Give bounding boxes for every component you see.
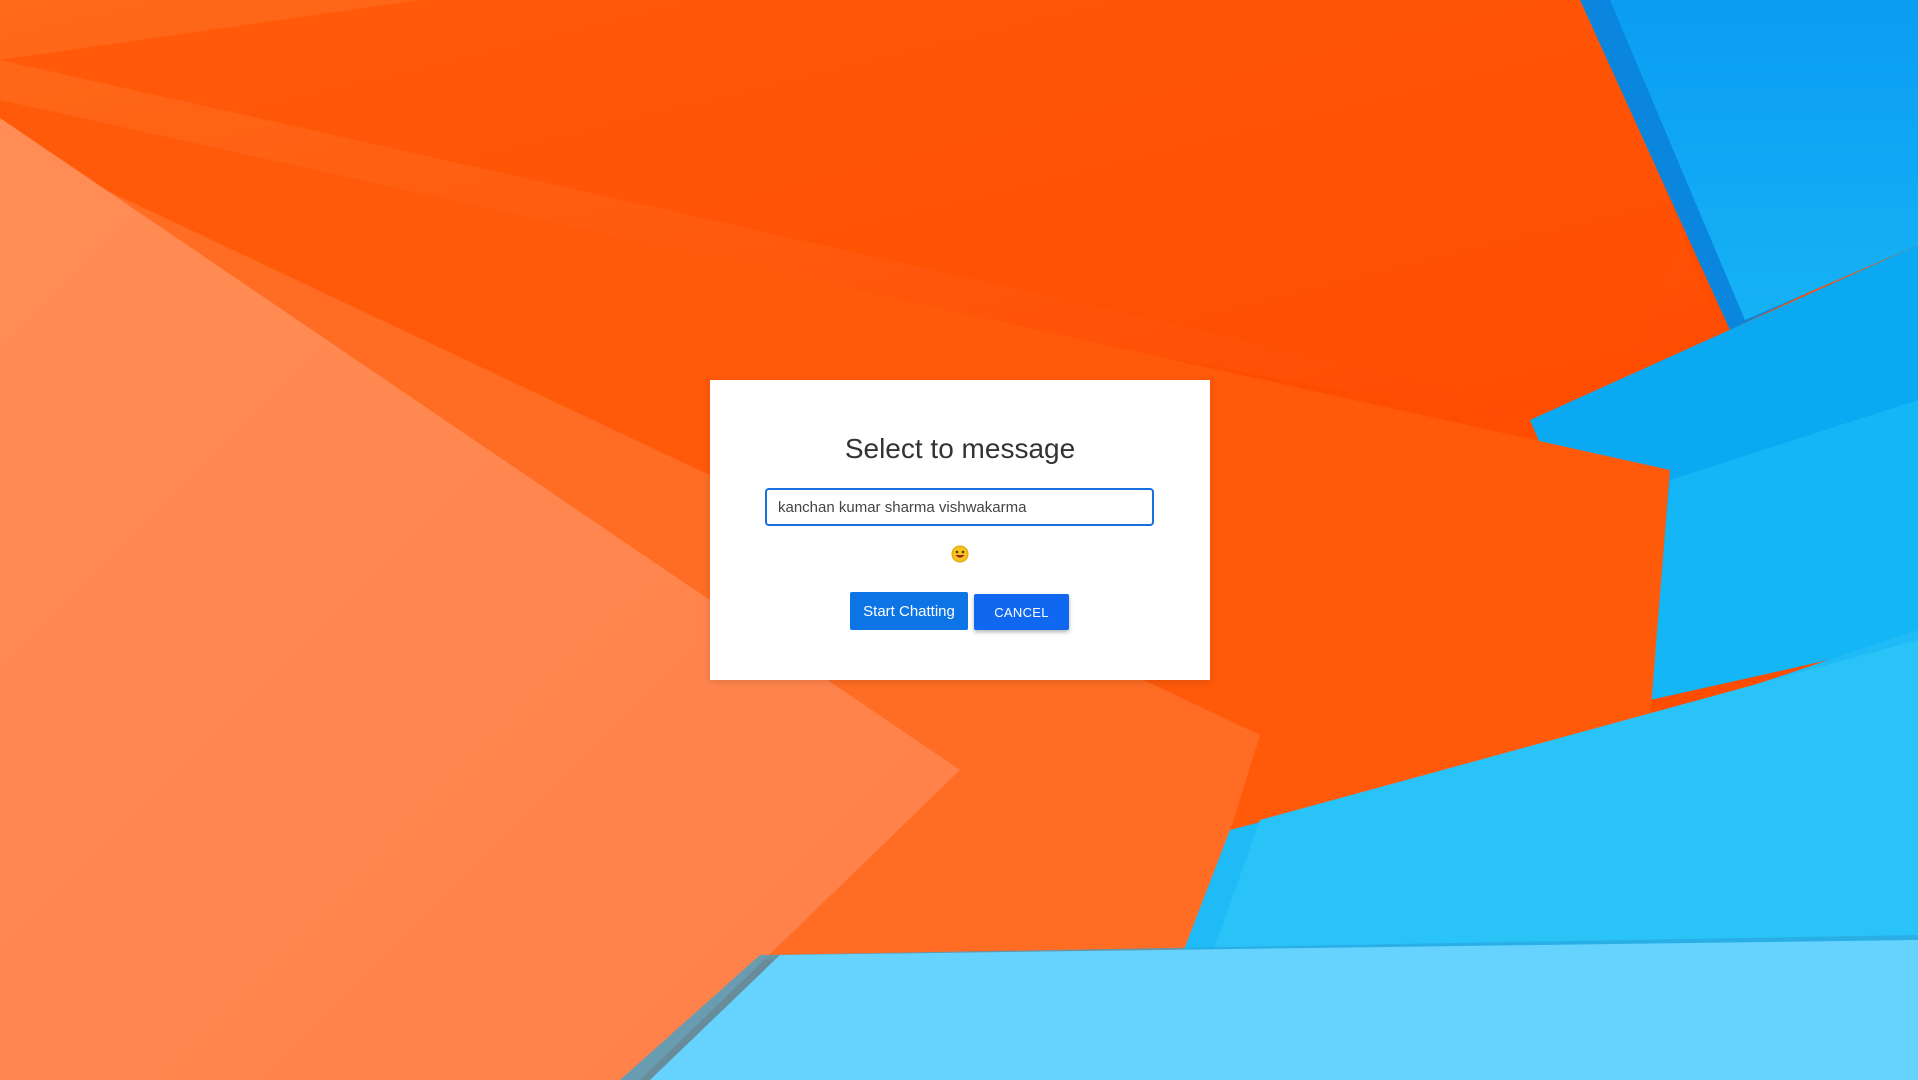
smiling-face-emoji-icon[interactable] xyxy=(951,545,969,563)
recipient-name-input[interactable] xyxy=(765,488,1154,526)
start-chatting-button[interactable]: Start Chatting xyxy=(850,592,968,630)
dialog-title: Select to message xyxy=(844,433,1076,464)
cancel-button[interactable]: CANCEL xyxy=(974,594,1069,630)
select-message-dialog: Select to message Start Chatting CANCEL xyxy=(710,380,1210,680)
desktop-background: Select to message Start Chatting CANCEL xyxy=(0,0,1918,1080)
